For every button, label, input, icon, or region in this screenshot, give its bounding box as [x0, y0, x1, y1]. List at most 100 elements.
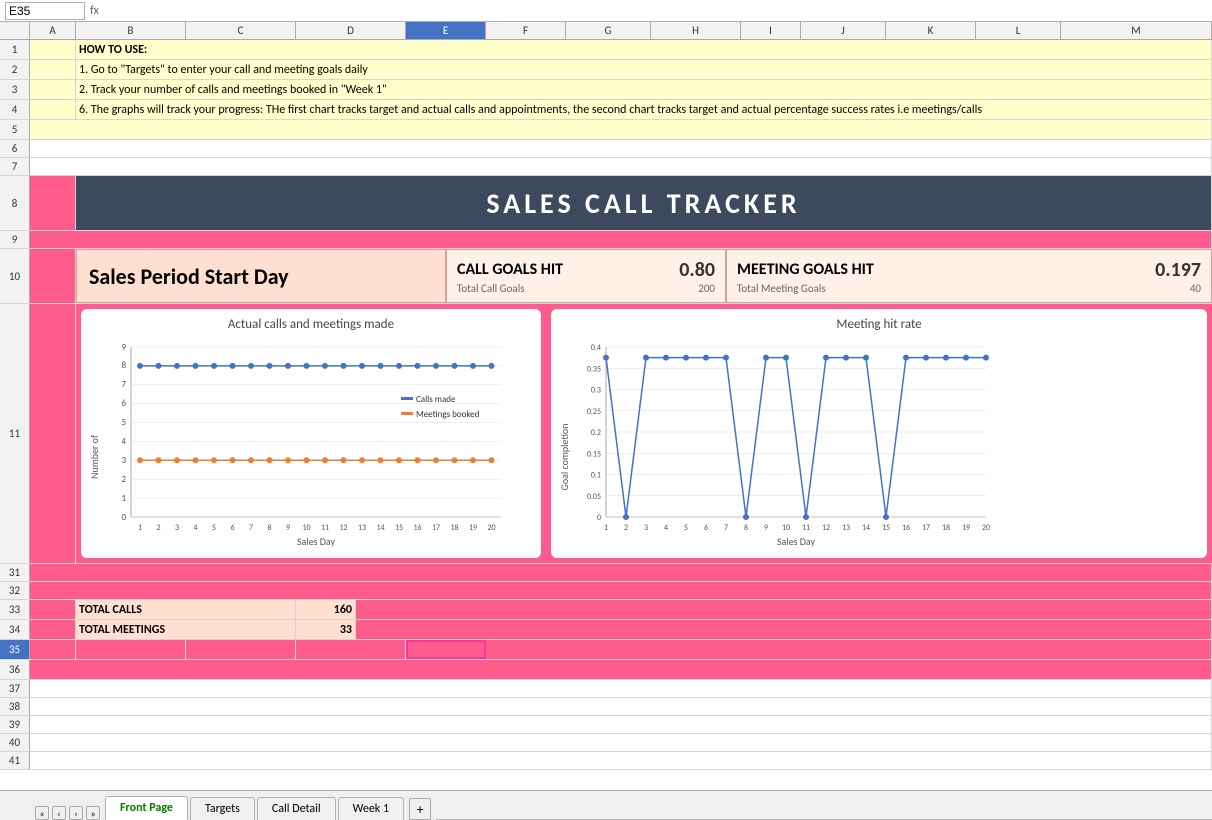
col-header-f[interactable]: F	[486, 22, 566, 39]
cell-41[interactable]	[30, 752, 1212, 769]
cell-a1[interactable]	[30, 40, 76, 59]
cell-a2[interactable]	[30, 60, 76, 79]
tab-front-page[interactable]: Front Page	[105, 796, 188, 820]
cell-rest-35[interactable]	[486, 640, 1212, 659]
col-header-k[interactable]: K	[886, 22, 976, 39]
col-header-m[interactable]: M	[1061, 22, 1212, 39]
total-meetings-value: 33	[296, 620, 356, 639]
cell-b6[interactable]	[30, 140, 1212, 157]
row-num-38: 38	[0, 698, 30, 715]
row-5: 5	[0, 120, 1212, 140]
col-header-h[interactable]: H	[651, 22, 741, 39]
svg-text:10: 10	[782, 523, 790, 533]
cell-b4[interactable]: 6. The graphs will track your progress: …	[76, 100, 1212, 119]
svg-text:2: 2	[121, 474, 126, 485]
call-goals-value: 0.80	[679, 258, 715, 282]
svg-text:7: 7	[249, 523, 253, 533]
svg-text:Number of: Number of	[88, 435, 101, 479]
cell-a35[interactable]	[30, 640, 76, 659]
col-header-j[interactable]: J	[801, 22, 886, 39]
cell-31	[30, 564, 1212, 581]
sales-period-box: Sales Period Start Day	[76, 249, 446, 303]
col-header-g[interactable]: G	[566, 22, 651, 39]
svg-text:9: 9	[121, 342, 126, 353]
nav-last[interactable]: »	[86, 806, 100, 820]
nav-first[interactable]: «	[35, 806, 49, 820]
row-38: 38	[0, 698, 1212, 716]
svg-text:1: 1	[604, 523, 608, 533]
row-34-total-meetings: 34 TOTAL MEETINGS 33	[0, 620, 1212, 640]
svg-text:11: 11	[802, 523, 810, 533]
svg-text:16: 16	[902, 523, 910, 533]
col-header-b[interactable]: B	[76, 22, 186, 39]
row-num-37: 37	[0, 680, 30, 697]
nav-next[interactable]: ›	[69, 806, 83, 820]
nav-prev[interactable]: ‹	[52, 806, 66, 820]
col-header-l[interactable]: L	[976, 22, 1061, 39]
cell-37[interactable]	[30, 680, 1212, 697]
cell-b5[interactable]	[30, 120, 1212, 139]
tab-add-button[interactable]: +	[409, 798, 431, 820]
row-num-33: 33	[0, 600, 30, 619]
col-header-i[interactable]: I	[741, 22, 801, 39]
cell-b7[interactable]	[30, 158, 1212, 175]
row-num-40: 40	[0, 734, 30, 751]
cell-b2[interactable]: 1. Go to "Targets" to enter your call an…	[76, 60, 1212, 79]
cell-b35[interactable]	[76, 640, 186, 659]
cell-38[interactable]	[30, 698, 1212, 715]
svg-text:0.3: 0.3	[591, 386, 601, 396]
row-num-1: 1	[0, 40, 30, 59]
cell-36[interactable]	[30, 660, 1212, 679]
row-7: 7	[0, 158, 1212, 176]
cell-rest-34	[356, 620, 1212, 639]
svg-text:0: 0	[121, 512, 126, 523]
col-header-a[interactable]: A	[30, 22, 76, 39]
svg-text:3: 3	[175, 523, 179, 533]
row-num-7: 7	[0, 158, 30, 175]
svg-text:12: 12	[822, 523, 830, 533]
corner-cell	[0, 22, 30, 39]
total-calls-label: TOTAL CALLS	[76, 600, 296, 619]
svg-text:7: 7	[724, 523, 728, 533]
cell-d35[interactable]	[296, 640, 406, 659]
row-num-41: 41	[0, 752, 30, 769]
row-32: 32	[0, 582, 1212, 600]
col-header-d[interactable]: D	[296, 22, 406, 39]
tab-week-1[interactable]: Week 1	[338, 797, 404, 820]
total-meeting-goals-label: Total Meeting Goals	[737, 282, 826, 295]
svg-text:18: 18	[450, 523, 458, 533]
cell-a8	[30, 176, 76, 230]
cell-e35-selected[interactable]	[406, 640, 486, 659]
svg-text:5: 5	[121, 417, 126, 428]
fx-icon: fx	[90, 4, 99, 18]
svg-text:7: 7	[121, 379, 126, 390]
cell-40[interactable]	[30, 734, 1212, 751]
tab-call-detail[interactable]: Call Detail	[257, 797, 336, 820]
svg-text:14: 14	[862, 523, 870, 533]
cell-a34	[30, 620, 76, 639]
svg-text:3: 3	[644, 523, 648, 533]
svg-text:3: 3	[121, 455, 126, 466]
formula-bar: fx	[0, 0, 1212, 22]
total-meeting-goals-value: 40	[1190, 282, 1201, 295]
col-header-e[interactable]: E	[406, 22, 486, 39]
svg-text:8: 8	[744, 523, 748, 533]
tab-targets[interactable]: Targets	[190, 797, 255, 820]
cell-c35[interactable]	[186, 640, 296, 659]
name-box[interactable]	[5, 2, 85, 20]
total-meetings-label: TOTAL MEETINGS	[76, 620, 296, 639]
cell-b3[interactable]: 2. Track your number of calls and meetin…	[76, 80, 1212, 99]
call-goals-label: CALL GOALS HIT	[457, 260, 563, 279]
cell-39[interactable]	[30, 716, 1212, 733]
row-num-6: 6	[0, 140, 30, 157]
svg-text:Meetings booked: Meetings booked	[416, 409, 480, 420]
col-header-c[interactable]: C	[186, 22, 296, 39]
svg-text:0.05: 0.05	[587, 492, 601, 502]
cell-a3[interactable]	[30, 80, 76, 99]
cell-a4[interactable]	[30, 100, 76, 119]
cell-b1[interactable]: HOW TO USE:	[76, 40, 1212, 59]
cell-a-charts	[30, 304, 76, 563]
svg-text:0.4: 0.4	[591, 343, 601, 353]
svg-text:0.25: 0.25	[587, 407, 601, 417]
row-num-36: 36	[0, 660, 30, 679]
